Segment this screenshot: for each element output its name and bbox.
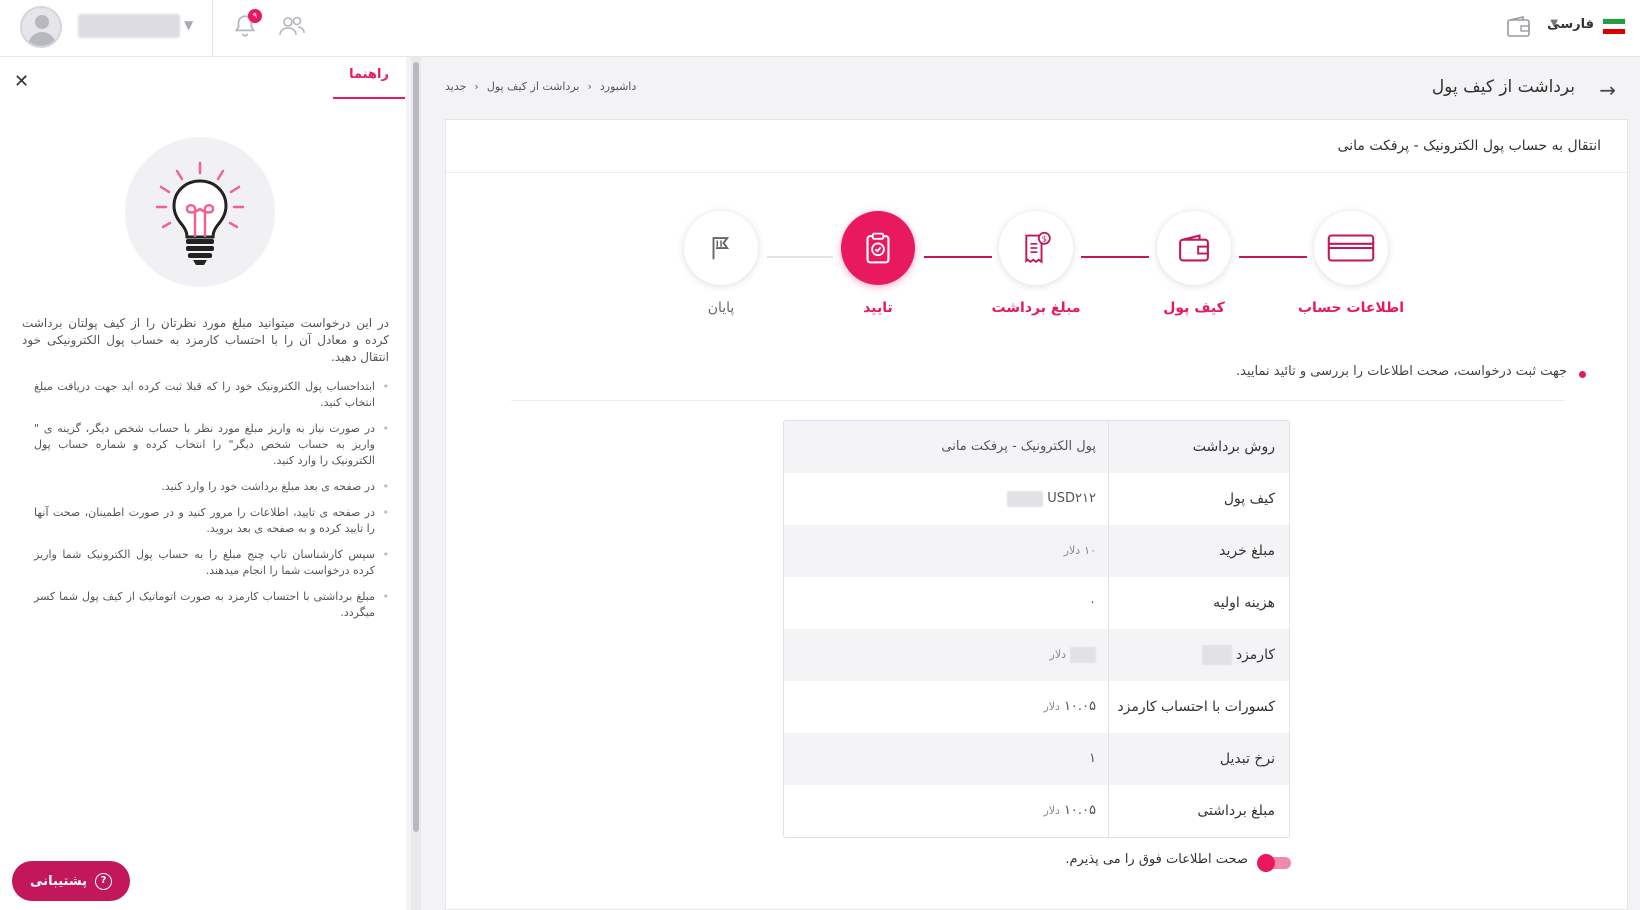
table-row: هزینه اولیه ۰ (784, 577, 1289, 629)
card-title: انتقال به حساب پول الکترونیک - پرفکت مان… (446, 120, 1627, 173)
lightbulb-illustration (125, 137, 275, 287)
step-connector (1239, 256, 1307, 258)
row-key-cell: کارمزد (1108, 629, 1289, 681)
row-unit: دلار (1043, 700, 1060, 713)
table-row: کیف پول USD۲۱۲ (784, 473, 1289, 525)
step-label-finish: پایان (707, 300, 735, 316)
list-item: سپس کارشناسان تاپ چنج مبلغ را به حساب پو… (34, 547, 389, 579)
list-item: ابتداحساب پول الکترونیک خود را که قبلا ث… (34, 379, 389, 411)
row-key: مبلغ برداشتی (1108, 785, 1289, 837)
invoice-icon: $ (1025, 231, 1051, 264)
row-key: کارمزد (1235, 647, 1275, 663)
chevron-left-icon: ‹ (587, 80, 592, 93)
row-key: نرخ تبدیل (1108, 733, 1289, 785)
breadcrumb: داشبورد ‹ برداشت از کیف پول ‹ جدید (445, 80, 636, 93)
row-value: ۱۰ (1084, 544, 1096, 557)
help-panel: ✕ راهنما در این درخواست میتوانید مبلغ مو… (0, 57, 406, 910)
wallet-icon (1179, 234, 1209, 262)
summary-table: روش برداشت پول الکترونیک - پرفکت مانی کی… (783, 420, 1290, 838)
language-selector[interactable]: فارسی (1547, 17, 1594, 32)
header-divider (212, 0, 213, 57)
row-key: هزینه اولیه (1108, 577, 1289, 629)
row-key: مبلغ خرید (1108, 525, 1289, 577)
breadcrumb-new: جدید (445, 80, 467, 93)
notification-badge: ۹ (248, 9, 262, 23)
step-finish (684, 211, 758, 285)
notice-bullet (1579, 371, 1586, 378)
chevron-left-icon: ‹ (474, 80, 479, 93)
divider (511, 400, 1565, 401)
scrollbar-thumb[interactable] (413, 62, 419, 832)
iran-flag-icon (1602, 18, 1626, 34)
question-icon: ? (94, 872, 112, 890)
row-key: کسورات با احتساب کارمزد (1108, 681, 1289, 733)
breadcrumb-dashboard[interactable]: داشبورد (600, 80, 636, 93)
tab-help[interactable]: راهنما (333, 67, 405, 99)
wallet-icon[interactable] (1506, 15, 1532, 39)
list-item: مبلغ برداشتی با احتساب کارمزد به صورت ات… (34, 589, 389, 621)
step-label-amount: مبلغ برداشت (991, 300, 1081, 316)
arrow-right-icon[interactable]: → (1599, 78, 1616, 102)
row-unit: دلار (1063, 544, 1081, 557)
row-unit: دلار (1049, 648, 1066, 661)
redacted-value (1007, 491, 1044, 507)
step-wallet (1157, 211, 1231, 285)
support-button[interactable]: ? پشتیبانی (12, 861, 130, 901)
step-connector (924, 256, 992, 258)
table-row: مبلغ خرید ۱۰ دلار (784, 525, 1289, 577)
table-row: کارمزد دلار (784, 629, 1289, 681)
redacted-value (1201, 645, 1232, 665)
chevron-down-icon[interactable]: ▼ (184, 18, 193, 32)
confirm-notice: جهت ثبت درخواست، صحت اطلاعات را بررسی و … (1236, 364, 1567, 379)
list-item: در صفحه ی بعد مبلغ برداشت خود را وارد کن… (34, 479, 389, 495)
row-value: ۱ (1089, 751, 1096, 766)
help-steps-list: ابتداحساب پول الکترونیک خود را که قبلا ث… (34, 379, 389, 631)
table-row: نرخ تبدیل ۱ (784, 733, 1289, 785)
table-row: کسورات با احتساب کارمزد ۱۰.۰۵ دلار (784, 681, 1289, 733)
table-row: مبلغ برداشتی ۱۰.۰۵ دلار (784, 785, 1289, 837)
users-icon[interactable] (278, 13, 306, 39)
step-label-confirm: تایید (863, 300, 893, 316)
row-value-cell: دلار (784, 629, 1108, 681)
breadcrumb-wallet-withdraw[interactable]: برداشت از کیف پول (487, 80, 580, 93)
row-key: کیف پول (1108, 473, 1289, 525)
step-label-account-info: اطلاعات حساب (1297, 300, 1405, 316)
table-row: روش برداشت پول الکترونیک - پرفکت مانی (784, 421, 1289, 473)
list-item: در صفحه ی تایید، اطلاعات را مرور کنید و … (34, 505, 389, 537)
step-confirm (841, 211, 915, 285)
card-icon (1327, 234, 1375, 262)
row-unit: دلار (1043, 804, 1060, 817)
row-value-cell: ۱۰ دلار (784, 525, 1108, 577)
row-value: ۱۰.۰۵ (1063, 699, 1096, 714)
step-connector (767, 256, 833, 258)
row-value: ۱۰.۰۵ (1063, 803, 1096, 818)
step-connector (1081, 256, 1149, 258)
clipboard-check-icon (866, 232, 890, 264)
row-value-cell: ۱۰.۰۵ دلار (784, 785, 1108, 837)
help-intro-text: در این درخواست میتوانید مبلغ مورد نظرتان… (22, 316, 389, 364)
row-value: پول الکترونیک - پرفکت مانی (941, 439, 1096, 454)
accept-terms-toggle[interactable] (1257, 854, 1291, 872)
user-avatar[interactable] (20, 6, 62, 48)
close-icon[interactable]: ✕ (14, 71, 29, 92)
row-key: روش برداشت (1108, 421, 1289, 473)
list-item: در صورت نیاز به واریز مبلغ مورد نظر با ح… (34, 421, 389, 469)
row-value-cell: USD۲۱۲ (784, 473, 1108, 525)
redacted-value (1070, 647, 1096, 663)
svg-text:$: $ (1042, 233, 1047, 243)
support-label: پشتیبانی (30, 873, 87, 889)
page-title: برداشت از کیف پول (1431, 77, 1575, 97)
row-value: ۰ (1089, 595, 1096, 610)
lightbulb-icon (155, 161, 245, 265)
top-bar: ▼ ۹ ▼ فارسی (0, 0, 1640, 57)
step-label-wallet: کیف پول (1163, 300, 1225, 316)
row-value: USD۲۱۲ (1047, 491, 1096, 506)
user-name-redacted[interactable] (78, 14, 180, 38)
flag-icon (712, 237, 730, 260)
step-account-info (1314, 211, 1388, 285)
step-amount: $ (999, 211, 1073, 285)
row-value-cell: ۱۰.۰۵ دلار (784, 681, 1108, 733)
accept-terms-label: صحت اطلاعات فوق را می پذیرم. (1065, 852, 1248, 867)
